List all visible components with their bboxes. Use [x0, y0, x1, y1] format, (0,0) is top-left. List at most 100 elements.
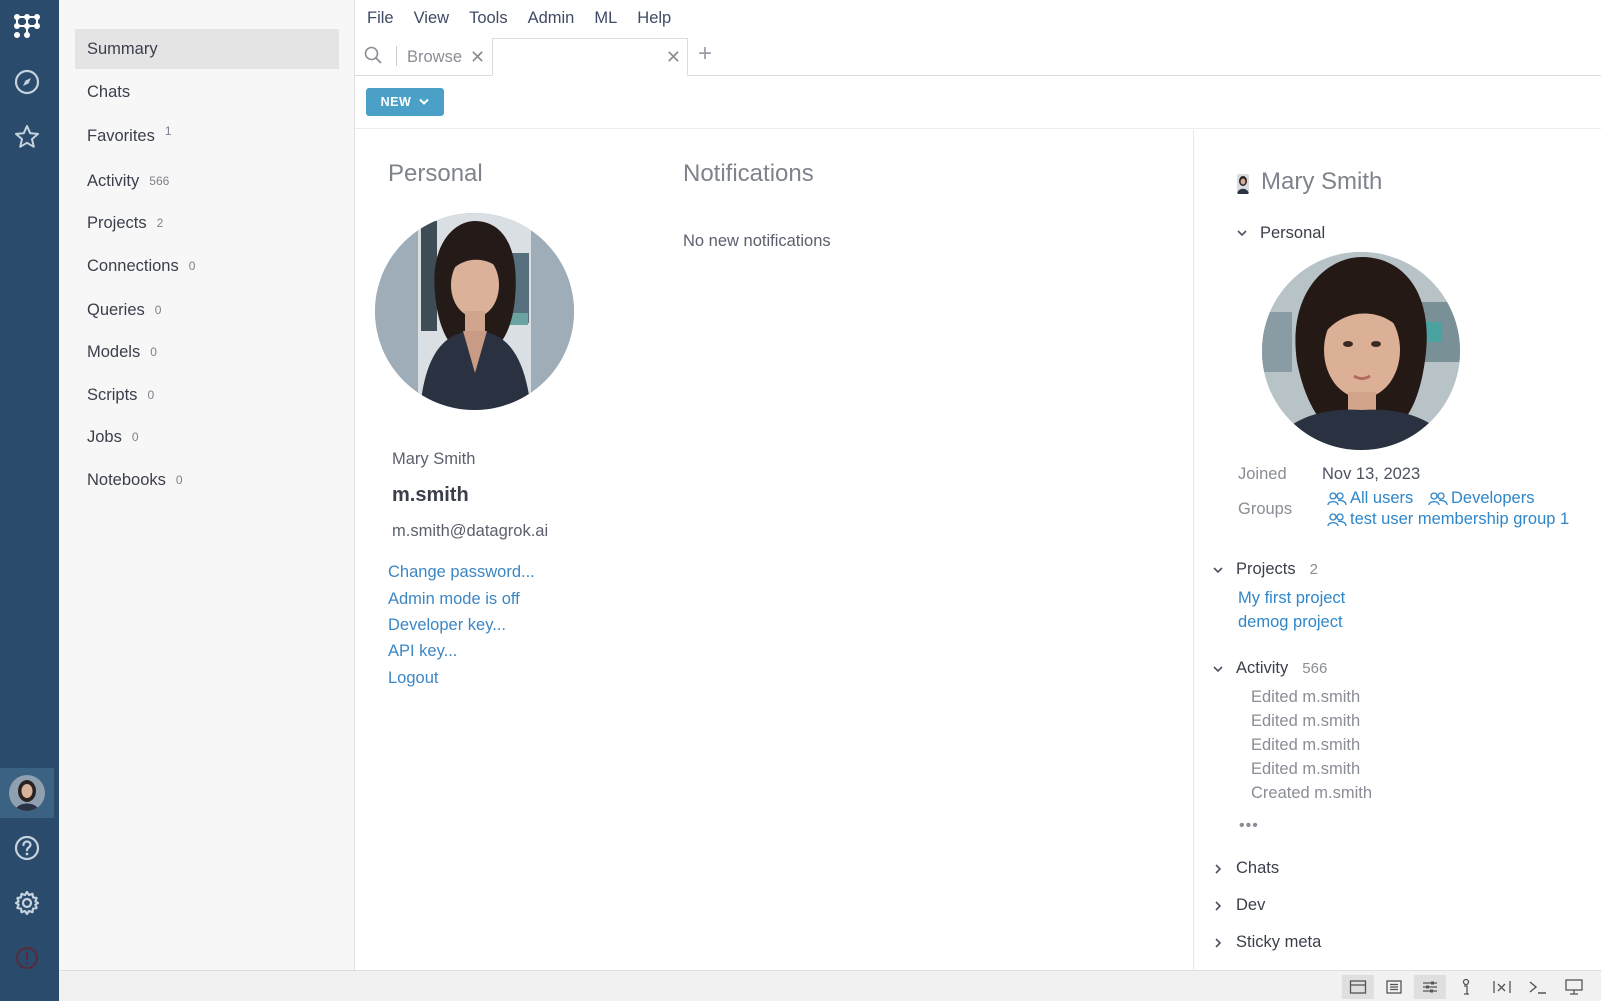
chevron-right-icon[interactable] [1212, 899, 1224, 917]
sidebar-item-projects[interactable]: Projects 2 [75, 203, 339, 243]
console-icon[interactable] [1522, 975, 1554, 999]
toolbar: NEW [355, 76, 1601, 129]
group-developers-link[interactable]: Developers [1428, 489, 1534, 508]
gear-icon[interactable] [0, 881, 54, 925]
help-icon[interactable] [0, 826, 54, 870]
sidebar-item-label: Scripts [87, 385, 138, 404]
close-icon[interactable]: ✕ [666, 48, 681, 66]
group-test-membership-link[interactable]: test user membership group 1 [1327, 510, 1569, 529]
user-mini-avatar [1237, 174, 1249, 194]
close-icon[interactable]: ✕ [470, 48, 485, 66]
sidebar-item-count: 1 [164, 124, 172, 138]
developer-key-link[interactable]: Developer key... [388, 616, 506, 635]
admin-mode-link[interactable]: Admin mode is off [388, 590, 520, 609]
section-count: 566 [1302, 660, 1328, 677]
sidebar-item-jobs[interactable]: Jobs 0 [75, 417, 339, 457]
tab-browse[interactable]: Browse ✕ [407, 38, 485, 76]
chevron-right-icon[interactable] [1212, 936, 1224, 954]
icon-rail [0, 0, 59, 1001]
joined-label: Joined [1238, 465, 1287, 483]
change-password-link[interactable]: Change password... [388, 563, 535, 582]
menu-file[interactable]: File [367, 9, 394, 28]
notifications-empty-text: No new notifications [683, 232, 831, 250]
menu-admin[interactable]: Admin [528, 9, 575, 28]
menu-bar: File View Tools Admin ML Help [355, 0, 691, 36]
chevron-right-icon[interactable] [1212, 862, 1224, 880]
menu-help[interactable]: Help [637, 9, 671, 28]
panel-section-activity[interactable]: Activity 566 [1236, 659, 1327, 678]
sidebar-item-queries[interactable]: Queries 0 [75, 290, 339, 330]
more-activity-button[interactable]: ••• [1239, 817, 1259, 835]
sidebar-item-label: Projects [87, 213, 147, 232]
menu-tools[interactable]: Tools [469, 9, 508, 28]
users-icon [1327, 491, 1347, 505]
chevron-down-icon[interactable] [1212, 662, 1224, 680]
variables-icon[interactable] [1486, 975, 1518, 999]
search-icon[interactable] [363, 45, 383, 70]
sidebar-item-count: 0 [147, 388, 155, 402]
list-view-icon[interactable] [1378, 975, 1410, 999]
sidebar-item-count: 0 [175, 473, 183, 487]
sidebar-item-models[interactable]: Models 0 [75, 332, 339, 372]
sidebar-item-notebooks[interactable]: Notebooks 0 [75, 460, 339, 500]
alert-icon[interactable] [0, 936, 54, 980]
activity-item: Edited m.smith [1251, 688, 1361, 706]
panel-section-projects[interactable]: Projects 2 [1236, 560, 1318, 579]
notifications-heading: Notifications [683, 160, 814, 187]
status-bar [59, 970, 1601, 1001]
app-logo-icon[interactable] [0, 4, 54, 48]
panel-section-dev[interactable]: Dev [1236, 896, 1265, 915]
sidebar-item-label: Queries [87, 300, 145, 319]
profile-photo [375, 213, 574, 410]
project-link[interactable]: My first project [1238, 589, 1345, 608]
sidebar-item-chats[interactable]: Chats [75, 72, 339, 112]
menu-view[interactable]: View [414, 9, 449, 28]
menu-ml[interactable]: ML [594, 9, 617, 28]
sidebar-item-label: Summary [87, 39, 158, 58]
panel-section-chats[interactable]: Chats [1236, 859, 1279, 878]
add-tab-icon[interactable]: + [698, 40, 712, 68]
sidebar-item-count: 0 [188, 259, 196, 273]
joined-value: Nov 13, 2023 [1322, 465, 1421, 483]
user-avatar-button[interactable] [0, 768, 54, 818]
activity-item: Edited m.smith [1251, 736, 1361, 754]
group-label: All users [1350, 489, 1414, 507]
sidebar-item-label: Favorites [87, 126, 155, 145]
profile-full-name: Mary Smith [392, 450, 476, 468]
sidebar-item-connections[interactable]: Connections 0 [75, 246, 339, 286]
sidebar-item-count: 0 [154, 303, 162, 317]
section-label: Activity [1236, 659, 1289, 677]
users-icon [1327, 512, 1347, 526]
star-icon[interactable] [0, 115, 54, 159]
users-icon [1428, 491, 1448, 505]
chevron-down-icon[interactable] [1236, 226, 1248, 244]
sidebar-item-scripts[interactable]: Scripts 0 [75, 375, 339, 415]
sidebar: Summary Chats Favorites 1 Activity 566 P… [59, 0, 355, 970]
layout-window-icon[interactable] [1342, 975, 1374, 999]
groups-label: Groups [1238, 500, 1293, 518]
new-button[interactable]: NEW [366, 88, 444, 116]
sidebar-item-label: Connections [87, 256, 179, 275]
panel-profile-photo [1262, 252, 1460, 450]
sidebar-item-count: 2 [156, 216, 164, 230]
chevron-down-icon[interactable] [1212, 563, 1224, 581]
group-all-users-link[interactable]: All users [1327, 489, 1413, 508]
project-link[interactable]: demog project [1238, 613, 1343, 632]
compass-icon[interactable] [0, 60, 54, 104]
tab-divider [396, 46, 397, 66]
sidebar-item-summary[interactable]: Summary [75, 29, 339, 69]
api-key-link[interactable]: API key... [388, 642, 457, 661]
activity-item: Edited m.smith [1251, 760, 1361, 778]
panel-section-personal[interactable]: Personal [1260, 224, 1325, 243]
tab-label: Browse [407, 47, 463, 66]
sidebar-item-activity[interactable]: Activity 566 [75, 161, 339, 201]
presentation-icon[interactable] [1558, 975, 1590, 999]
sidebar-item-favorites[interactable]: Favorites 1 [75, 116, 339, 156]
panel-section-sticky-meta[interactable]: Sticky meta [1236, 933, 1321, 952]
tab-user-profile[interactable]: ✕ [492, 38, 688, 76]
sliders-icon[interactable] [1414, 975, 1446, 999]
logout-link[interactable]: Logout [388, 669, 438, 688]
group-label: Developers [1451, 489, 1535, 507]
group-label: test user membership group 1 [1350, 510, 1570, 528]
info-icon[interactable] [1450, 975, 1482, 999]
